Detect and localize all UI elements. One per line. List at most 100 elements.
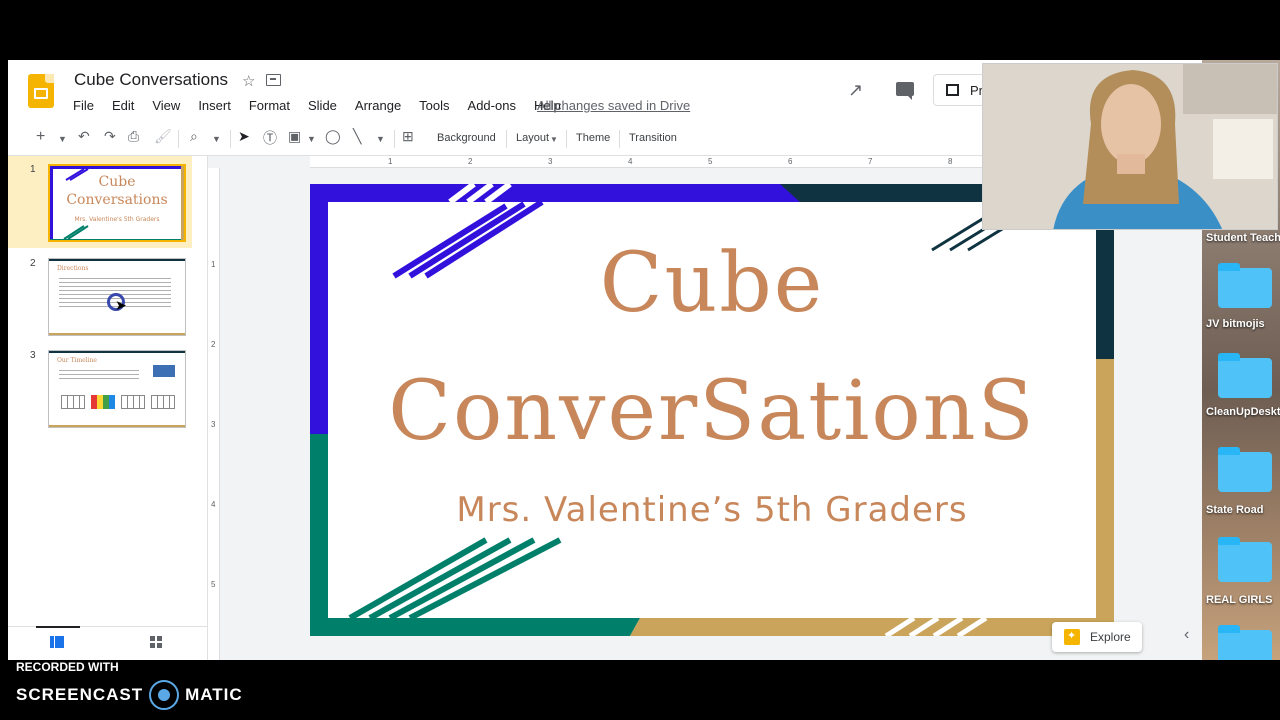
ruler-tick: 3 [548, 157, 553, 166]
line-dropdown-icon[interactable]: ▼ [376, 134, 385, 144]
thumbnail-title: Conversations [66, 192, 168, 208]
insert-comment-icon[interactable]: ⊞ [402, 128, 414, 145]
active-view-indicator [36, 626, 80, 628]
chevron-left-icon[interactable]: ‹ [1184, 626, 1189, 644]
thumbnail-grid [61, 395, 85, 409]
thumbnail-border [49, 351, 185, 353]
menu-bar: File Edit View Insert Format Slide Arran… [72, 98, 568, 113]
thumbnail-border [49, 425, 185, 427]
desktop-label-student-teacher[interactable]: Student Teache [1206, 232, 1280, 244]
slide-title-line-2[interactable]: ConverSationS [310, 364, 1114, 459]
menu-tools[interactable]: Tools [408, 98, 456, 113]
thumbnail-border [49, 259, 185, 261]
thumbnail-border [49, 333, 185, 335]
thumbnail-heading: Our Timeline [57, 357, 97, 364]
background-button[interactable]: Background [437, 132, 496, 144]
menu-slide[interactable]: Slide [297, 98, 344, 113]
slide-workspace: 1 2 3 4 5 6 7 8 1 2 3 4 5 Cube ConverSat… [208, 156, 1202, 660]
screen: Student Teache JV bitmojis CleanUpDeskt … [0, 0, 1280, 720]
zoom-icon[interactable]: ⌕ [190, 128, 198, 145]
folder-icon[interactable] [1218, 447, 1272, 492]
transition-button[interactable]: Transition [629, 132, 677, 144]
ruler-tick: 7 [868, 157, 873, 166]
save-status-link[interactable]: All changes saved in Drive [537, 98, 690, 113]
filmstrip-view-icon[interactable] [50, 636, 64, 648]
shape-icon[interactable]: ◯ [325, 128, 341, 145]
slide-thumbnail-3[interactable]: Our Timeline [48, 350, 186, 428]
theme-button[interactable]: Theme [576, 132, 610, 144]
menu-file[interactable]: File [72, 98, 101, 113]
line-icon[interactable]: ╲ [353, 128, 361, 145]
current-slide[interactable]: Cube ConverSationS Mrs. Valentine’s 5th … [310, 184, 1114, 636]
menu-view[interactable]: View [141, 98, 187, 113]
slide-subtitle[interactable]: Mrs. Valentine’s 5th Graders [310, 490, 1114, 530]
new-slide-icon[interactable]: + [36, 128, 45, 146]
star-icon[interactable]: ☆ [242, 72, 255, 90]
ruler-tick: 8 [948, 157, 953, 166]
ruler-tick: 4 [211, 500, 216, 509]
document-title[interactable]: Cube Conversations [74, 70, 228, 90]
ruler-tick: 4 [628, 157, 633, 166]
print-icon[interactable]: ⎙ [128, 128, 139, 145]
slide-filmstrip: 1 Cube Conversations Mrs. Valentine's 5t… [8, 156, 208, 660]
move-folder-icon[interactable] [266, 74, 281, 86]
paint-format-icon[interactable]: 🖌 [154, 128, 172, 145]
folder-icon[interactable] [1218, 353, 1272, 398]
menu-insert[interactable]: Insert [187, 98, 238, 113]
image-dropdown-icon[interactable]: ▼ [307, 134, 316, 144]
toolbar-divider [394, 130, 395, 148]
mouse-cursor-icon: ➤ [115, 297, 127, 313]
ruler-tick: 5 [211, 580, 216, 589]
activity-dashboard-icon[interactable]: ↗ [848, 80, 863, 101]
toolbar-divider [619, 130, 620, 148]
thumbnail-grid [151, 395, 175, 409]
thumbnail-title: Cube [98, 174, 136, 190]
select-cursor-icon[interactable]: ➤ [238, 128, 250, 145]
zoom-dropdown-icon[interactable]: ▼ [212, 134, 221, 144]
brand-left: SCREENCAST [16, 685, 144, 704]
layout-button[interactable]: Layout [516, 132, 549, 144]
thumbnail-grid [121, 395, 145, 409]
thumbnail-subtitle: Mrs. Valentine's 5th Graders [74, 216, 160, 223]
slides-logo-icon[interactable] [28, 74, 54, 108]
toolbar-divider [178, 130, 179, 148]
text-box-icon[interactable]: Ⓣ [263, 128, 277, 148]
recorded-with-label: RECORDED WITH [16, 660, 119, 674]
folder-icon[interactable] [1218, 537, 1272, 582]
image-icon[interactable]: ▣ [288, 128, 301, 145]
brand-right: MATIC [185, 685, 243, 704]
thumbnail-heading: Directions [57, 265, 89, 272]
slide-thumbnail-1[interactable]: Cube Conversations Mrs. Valentine's 5th … [48, 164, 186, 242]
view-switcher [8, 626, 208, 660]
grid-view-icon[interactable] [150, 636, 162, 648]
explore-button[interactable]: Explore [1052, 622, 1142, 652]
slide-number: 1 [30, 164, 36, 175]
slide-title-line-1[interactable]: Cube [310, 236, 1114, 331]
slide-thumbnail-2[interactable]: Directions ➤ [48, 258, 186, 336]
webcam-overlay [982, 63, 1278, 230]
menu-format[interactable]: Format [238, 98, 297, 113]
menu-arrange[interactable]: Arrange [344, 98, 408, 113]
explore-icon [1064, 629, 1080, 645]
undo-icon[interactable]: ↶ [78, 128, 90, 145]
ruler-tick: 3 [211, 420, 216, 429]
folder-icon[interactable] [1218, 625, 1272, 660]
folder-icon[interactable] [1218, 263, 1272, 308]
desktop-label-state-road[interactable]: State Road [1206, 504, 1263, 516]
desktop-label-real-girls[interactable]: REAL GIRLS [1206, 594, 1272, 606]
menu-addons[interactable]: Add-ons [457, 98, 523, 113]
menu-edit[interactable]: Edit [101, 98, 141, 113]
desktop-label-jv-bitmojis[interactable]: JV bitmojis [1206, 318, 1265, 330]
screencast-dot-icon [149, 680, 180, 710]
thumbnail-text-lines [59, 367, 139, 381]
redo-icon[interactable]: ↷ [104, 128, 116, 145]
layout-dropdown-icon[interactable]: ▼ [550, 135, 558, 144]
ruler-tick: 5 [708, 157, 713, 166]
ruler-tick: 2 [211, 340, 216, 349]
vertical-ruler[interactable]: 1 2 3 4 5 [208, 168, 220, 660]
new-slide-dropdown-icon[interactable]: ▼ [58, 134, 67, 144]
desktop-label-cleanup[interactable]: CleanUpDeskt [1206, 406, 1280, 418]
webcam-person-image [983, 64, 1277, 229]
thumbnail-grid [91, 395, 115, 409]
comment-icon[interactable] [896, 82, 914, 100]
